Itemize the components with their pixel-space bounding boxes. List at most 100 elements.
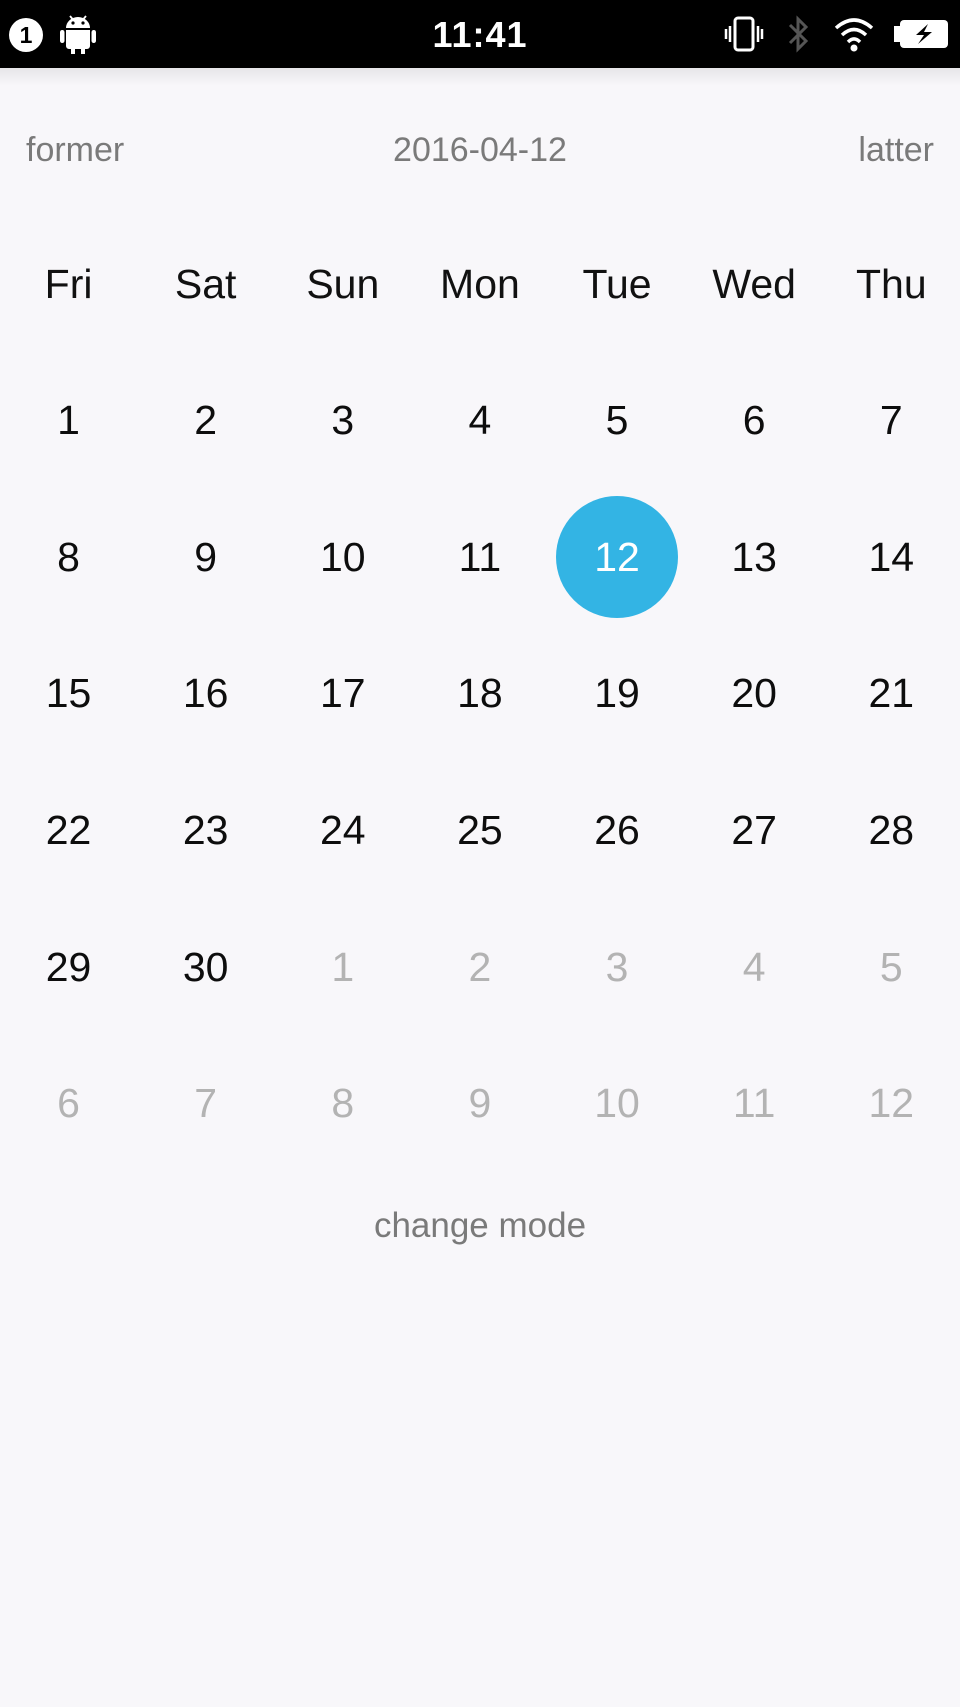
change-mode-button[interactable]: change mode: [0, 1200, 960, 1252]
calendar-day[interactable]: 10: [274, 489, 411, 626]
calendar-day[interactable]: 4: [411, 352, 548, 489]
calendar-day[interactable]: 26: [549, 762, 686, 899]
calendar-day[interactable]: 23: [137, 762, 274, 899]
day-number: 17: [320, 670, 366, 717]
weekday-label: Sun: [306, 260, 380, 307]
day-number: 1: [331, 943, 355, 990]
calendar-day-selected[interactable]: 12: [549, 489, 686, 626]
calendar-week-row: 22 23 24 25 26 27 28: [0, 762, 960, 899]
calendar-day[interactable]: 8: [0, 489, 137, 626]
calendar-grid: Fri Sat Sun Mon Tue Wed Thu 1 2 3 4 5 6 7 8 9 10 1…: [0, 216, 960, 1172]
day-number: 15: [45, 670, 92, 717]
weekday-label: Tue: [582, 260, 652, 307]
day-number: 10: [594, 1080, 640, 1127]
calendar-day[interactable]: 24: [274, 762, 411, 899]
calendar-day-other-month[interactable]: 1: [274, 899, 411, 1036]
vibrate-icon: [724, 16, 764, 52]
day-number: 18: [457, 670, 503, 717]
calendar-day[interactable]: 9: [137, 489, 274, 626]
calendar-week-row: 29 30 1 2 3 4 5: [0, 899, 960, 1036]
day-number: 25: [457, 806, 503, 853]
calendar-day-other-month[interactable]: 12: [823, 1035, 960, 1172]
calendar-day[interactable]: 28: [823, 762, 960, 899]
battery-charging-icon: [894, 20, 948, 48]
former-button[interactable]: former: [26, 120, 124, 180]
day-number: 29: [45, 943, 92, 990]
calendar-day[interactable]: 20: [686, 625, 823, 762]
calendar-day-other-month[interactable]: 3: [549, 899, 686, 1036]
day-number: 6: [57, 1080, 80, 1127]
weekday-header-row: Fri Sat Sun Mon Tue Wed Thu: [0, 216, 960, 352]
day-number: 10: [320, 533, 366, 580]
calendar-week-row: 6 7 8 9 10 11 12: [0, 1035, 960, 1172]
calendar-day[interactable]: 2: [137, 352, 274, 489]
calendar-day-other-month[interactable]: 8: [274, 1035, 411, 1172]
calendar-day-other-month[interactable]: 5: [823, 899, 960, 1036]
calendar-day[interactable]: 25: [411, 762, 548, 899]
weekday-label: Sat: [174, 260, 237, 307]
day-number: 8: [57, 533, 80, 580]
day-number: 16: [182, 670, 229, 717]
wifi-icon: [834, 18, 874, 52]
day-number: 5: [879, 943, 903, 990]
day-number: 5: [605, 396, 629, 443]
calendar-day[interactable]: 22: [0, 762, 137, 899]
weekday-label: Fri: [44, 260, 93, 307]
calendar-day[interactable]: 14: [823, 489, 960, 626]
calendar-day[interactable]: 1: [0, 352, 137, 489]
calendar-day[interactable]: 27: [686, 762, 823, 899]
day-number: 19: [594, 670, 640, 717]
calendar-day[interactable]: 16: [137, 625, 274, 762]
day-number: 1: [57, 396, 80, 443]
day-number: 7: [879, 396, 903, 443]
day-number: 28: [868, 806, 915, 853]
day-number: 11: [732, 1080, 776, 1127]
current-date-label: 2016-04-12: [393, 131, 567, 169]
calendar-day[interactable]: 7: [823, 352, 960, 489]
calendar-day[interactable]: 5: [549, 352, 686, 489]
calendar-day[interactable]: 15: [0, 625, 137, 762]
day-number: 24: [320, 806, 366, 853]
calendar-day[interactable]: 19: [549, 625, 686, 762]
day-number: 6: [742, 396, 766, 443]
day-number: 21: [868, 670, 915, 717]
day-number: 4: [468, 396, 492, 443]
status-icons: [724, 12, 950, 56]
calendar-day-other-month[interactable]: 4: [686, 899, 823, 1036]
day-number: 23: [182, 806, 229, 853]
calendar-day[interactable]: 11: [411, 489, 548, 626]
calendar-week-row: 15 16 17 18 19 20 21: [0, 625, 960, 762]
calendar-day-other-month[interactable]: 6: [0, 1035, 137, 1172]
calendar-day[interactable]: 21: [823, 625, 960, 762]
latter-button[interactable]: latter: [858, 120, 934, 180]
calendar-day[interactable]: 30: [137, 899, 274, 1036]
calendar-day[interactable]: 13: [686, 489, 823, 626]
day-number: 12: [868, 1080, 915, 1127]
day-number: 3: [331, 396, 355, 443]
calendar-day[interactable]: 6: [686, 352, 823, 489]
calendar-day[interactable]: 18: [411, 625, 548, 762]
weekday-label: Mon: [440, 260, 520, 307]
calendar-day-other-month[interactable]: 9: [411, 1035, 548, 1172]
calendar-day-other-month[interactable]: 2: [411, 899, 548, 1036]
calendar-day[interactable]: 17: [274, 625, 411, 762]
day-number: 9: [468, 1080, 492, 1127]
status-bar: 1 11:41: [0, 0, 960, 68]
day-number: 8: [331, 1080, 355, 1127]
day-number: 22: [45, 806, 92, 853]
day-number: 26: [594, 806, 640, 853]
day-number: 3: [605, 943, 629, 990]
calendar-day[interactable]: 29: [0, 899, 137, 1036]
calendar-days: 1 2 3 4 5 6 7 8 9 10 11 12 13 14 15 16 17 18 19 20 21 22 23 24 2…: [0, 352, 960, 1172]
calendar-day-other-month[interactable]: 7: [137, 1035, 274, 1172]
status-bar-shadow: [0, 68, 960, 86]
calendar-day-other-month[interactable]: 10: [549, 1035, 686, 1172]
weekday-label: Wed: [712, 260, 796, 307]
day-number: 2: [194, 396, 218, 443]
calendar-day-other-month[interactable]: 11: [686, 1035, 823, 1172]
day-number: 20: [731, 670, 777, 717]
calendar-week-row: 1 2 3 4 5 6 7: [0, 352, 960, 489]
day-number: 4: [742, 943, 766, 990]
day-number: 13: [731, 533, 777, 580]
calendar-day[interactable]: 3: [274, 352, 411, 489]
